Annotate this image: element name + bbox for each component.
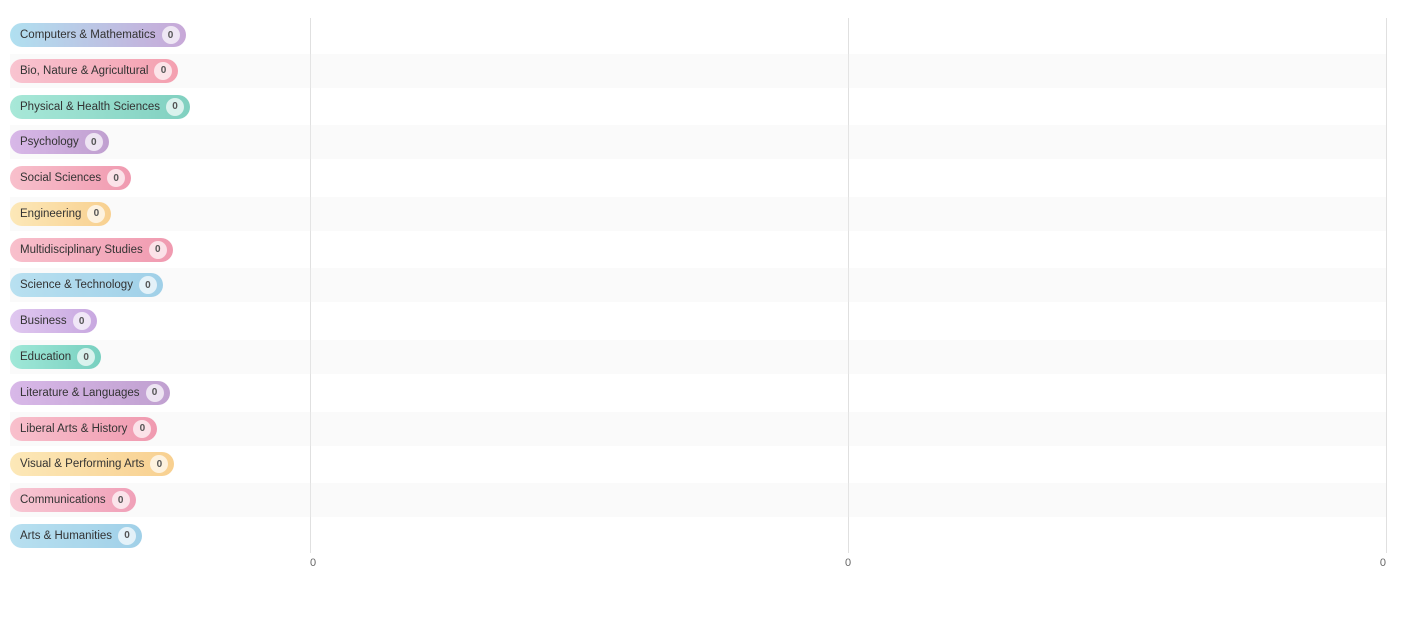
bar-pill-value: 0: [85, 133, 103, 151]
x-axis-labels: 000: [310, 557, 1386, 569]
bar-pill: Science & Technology 0: [10, 273, 163, 297]
bar-segment-area: [310, 447, 1386, 481]
bar-pill: Social Sciences 0: [10, 166, 131, 190]
chart-container: Computers & Mathematics0Bio, Nature & Ag…: [0, 0, 1406, 631]
bar-pill-value: 0: [87, 205, 105, 223]
bar-label-area: Physical & Health Sciences 0: [10, 95, 310, 119]
bar-row: Business 0: [10, 304, 1386, 338]
bar-label-area: Liberal Arts & History 0: [10, 417, 310, 441]
bar-row: Computers & Mathematics 0: [10, 18, 1386, 52]
bar-pill: Visual & Performing Arts 0: [10, 452, 174, 476]
x-axis-label: 0: [669, 557, 1028, 569]
bar-pill: Psychology 0: [10, 130, 109, 154]
bar-label-area: Communications 0: [10, 488, 310, 512]
bar-pill-label: Literature & Languages: [20, 387, 140, 399]
bar-pill-value: 0: [166, 98, 184, 116]
bar-segment-area: [310, 412, 1386, 446]
bar-pill-label: Science & Technology: [20, 279, 133, 291]
bar-pill-label: Computers & Mathematics: [20, 29, 156, 41]
bar-row: Communications 0: [10, 483, 1386, 517]
bar-pill-label: Arts & Humanities: [20, 530, 112, 542]
bar-row: Arts & Humanities 0: [10, 519, 1386, 553]
bar-pill-value: 0: [77, 348, 95, 366]
bar-pill-label: Engineering: [20, 208, 81, 220]
bar-pill-label: Liberal Arts & History: [20, 423, 127, 435]
bar-row: Social Sciences 0: [10, 161, 1386, 195]
bar-pill: Liberal Arts & History 0: [10, 417, 157, 441]
bar-label-area: Bio, Nature & Agricultural 0: [10, 59, 310, 83]
chart-area: Computers & Mathematics0Bio, Nature & Ag…: [10, 18, 1386, 569]
bar-pill-label: Psychology: [20, 136, 79, 148]
bar-pill: Education 0: [10, 345, 101, 369]
bar-pill-value: 0: [107, 169, 125, 187]
bar-pill-value: 0: [149, 241, 167, 259]
x-axis-label: 0: [1027, 557, 1386, 569]
bar-pill: Physical & Health Sciences 0: [10, 95, 190, 119]
bar-pill-label: Communications: [20, 494, 106, 506]
bar-segment-area: [310, 304, 1386, 338]
bars-section: Computers & Mathematics0Bio, Nature & Ag…: [10, 18, 1386, 553]
bar-label-area: Psychology 0: [10, 130, 310, 154]
bar-segment-area: [310, 340, 1386, 374]
x-axis-label: 0: [310, 557, 669, 569]
bar-segment-area: [310, 90, 1386, 124]
bar-pill-value: 0: [162, 26, 180, 44]
bar-segment-area: [310, 18, 1386, 52]
bar-pill: Literature & Languages 0: [10, 381, 170, 405]
bar-pill-value: 0: [118, 527, 136, 545]
bar-row: Physical & Health Sciences 0: [10, 90, 1386, 124]
bar-pill: Engineering 0: [10, 202, 111, 226]
bar-pill-value: 0: [146, 384, 164, 402]
bar-row: Engineering 0: [10, 197, 1386, 231]
bar-row: Education 0: [10, 340, 1386, 374]
bar-pill: Multidisciplinary Studies 0: [10, 238, 173, 262]
bar-segment-area: [310, 161, 1386, 195]
bar-label-area: Science & Technology 0: [10, 273, 310, 297]
bar-pill-label: Visual & Performing Arts: [20, 458, 144, 470]
bar-row: Liberal Arts & History 0: [10, 412, 1386, 446]
bar-pill: Arts & Humanities 0: [10, 524, 142, 548]
bar-row: Bio, Nature & Agricultural 0: [10, 54, 1386, 88]
bar-row: Literature & Languages 0: [10, 376, 1386, 410]
bar-pill-label: Multidisciplinary Studies: [20, 244, 143, 256]
bar-label-area: Business 0: [10, 309, 310, 333]
bar-label-area: Literature & Languages 0: [10, 381, 310, 405]
bar-pill: Business 0: [10, 309, 97, 333]
bar-pill-label: Social Sciences: [20, 172, 101, 184]
bar-pill-label: Physical & Health Sciences: [20, 101, 160, 113]
bar-segment-area: [310, 125, 1386, 159]
bar-label-area: Visual & Performing Arts 0: [10, 452, 310, 476]
bar-pill-value: 0: [150, 455, 168, 473]
bar-segment-area: [310, 519, 1386, 553]
bar-pill-value: 0: [112, 491, 130, 509]
bar-label-area: Computers & Mathematics 0: [10, 23, 310, 47]
bar-label-area: Engineering 0: [10, 202, 310, 226]
bar-pill-value: 0: [133, 420, 151, 438]
bar-label-area: Social Sciences 0: [10, 166, 310, 190]
bar-label-area: Multidisciplinary Studies 0: [10, 238, 310, 262]
bar-pill: Computers & Mathematics 0: [10, 23, 186, 47]
bar-pill-label: Bio, Nature & Agricultural: [20, 65, 148, 77]
bar-segment-area: [310, 268, 1386, 302]
bar-pill-value: 0: [73, 312, 91, 330]
bar-pill-label: Education: [20, 351, 71, 363]
bar-pill: Communications 0: [10, 488, 136, 512]
bar-pill-value: 0: [154, 62, 172, 80]
bar-pill-value: 0: [139, 276, 157, 294]
bar-pill-label: Business: [20, 315, 67, 327]
bar-segment-area: [310, 376, 1386, 410]
bar-segment-area: [310, 483, 1386, 517]
bar-label-area: Education 0: [10, 345, 310, 369]
bar-pill: Bio, Nature & Agricultural 0: [10, 59, 178, 83]
bar-segment-area: [310, 54, 1386, 88]
bar-row: Psychology 0: [10, 125, 1386, 159]
grid-line: [1386, 18, 1387, 553]
bar-row: Multidisciplinary Studies 0: [10, 233, 1386, 267]
bar-row: Science & Technology 0: [10, 268, 1386, 302]
bar-label-area: Arts & Humanities 0: [10, 524, 310, 548]
bar-row: Visual & Performing Arts 0: [10, 447, 1386, 481]
bar-segment-area: [310, 233, 1386, 267]
bar-segment-area: [310, 197, 1386, 231]
